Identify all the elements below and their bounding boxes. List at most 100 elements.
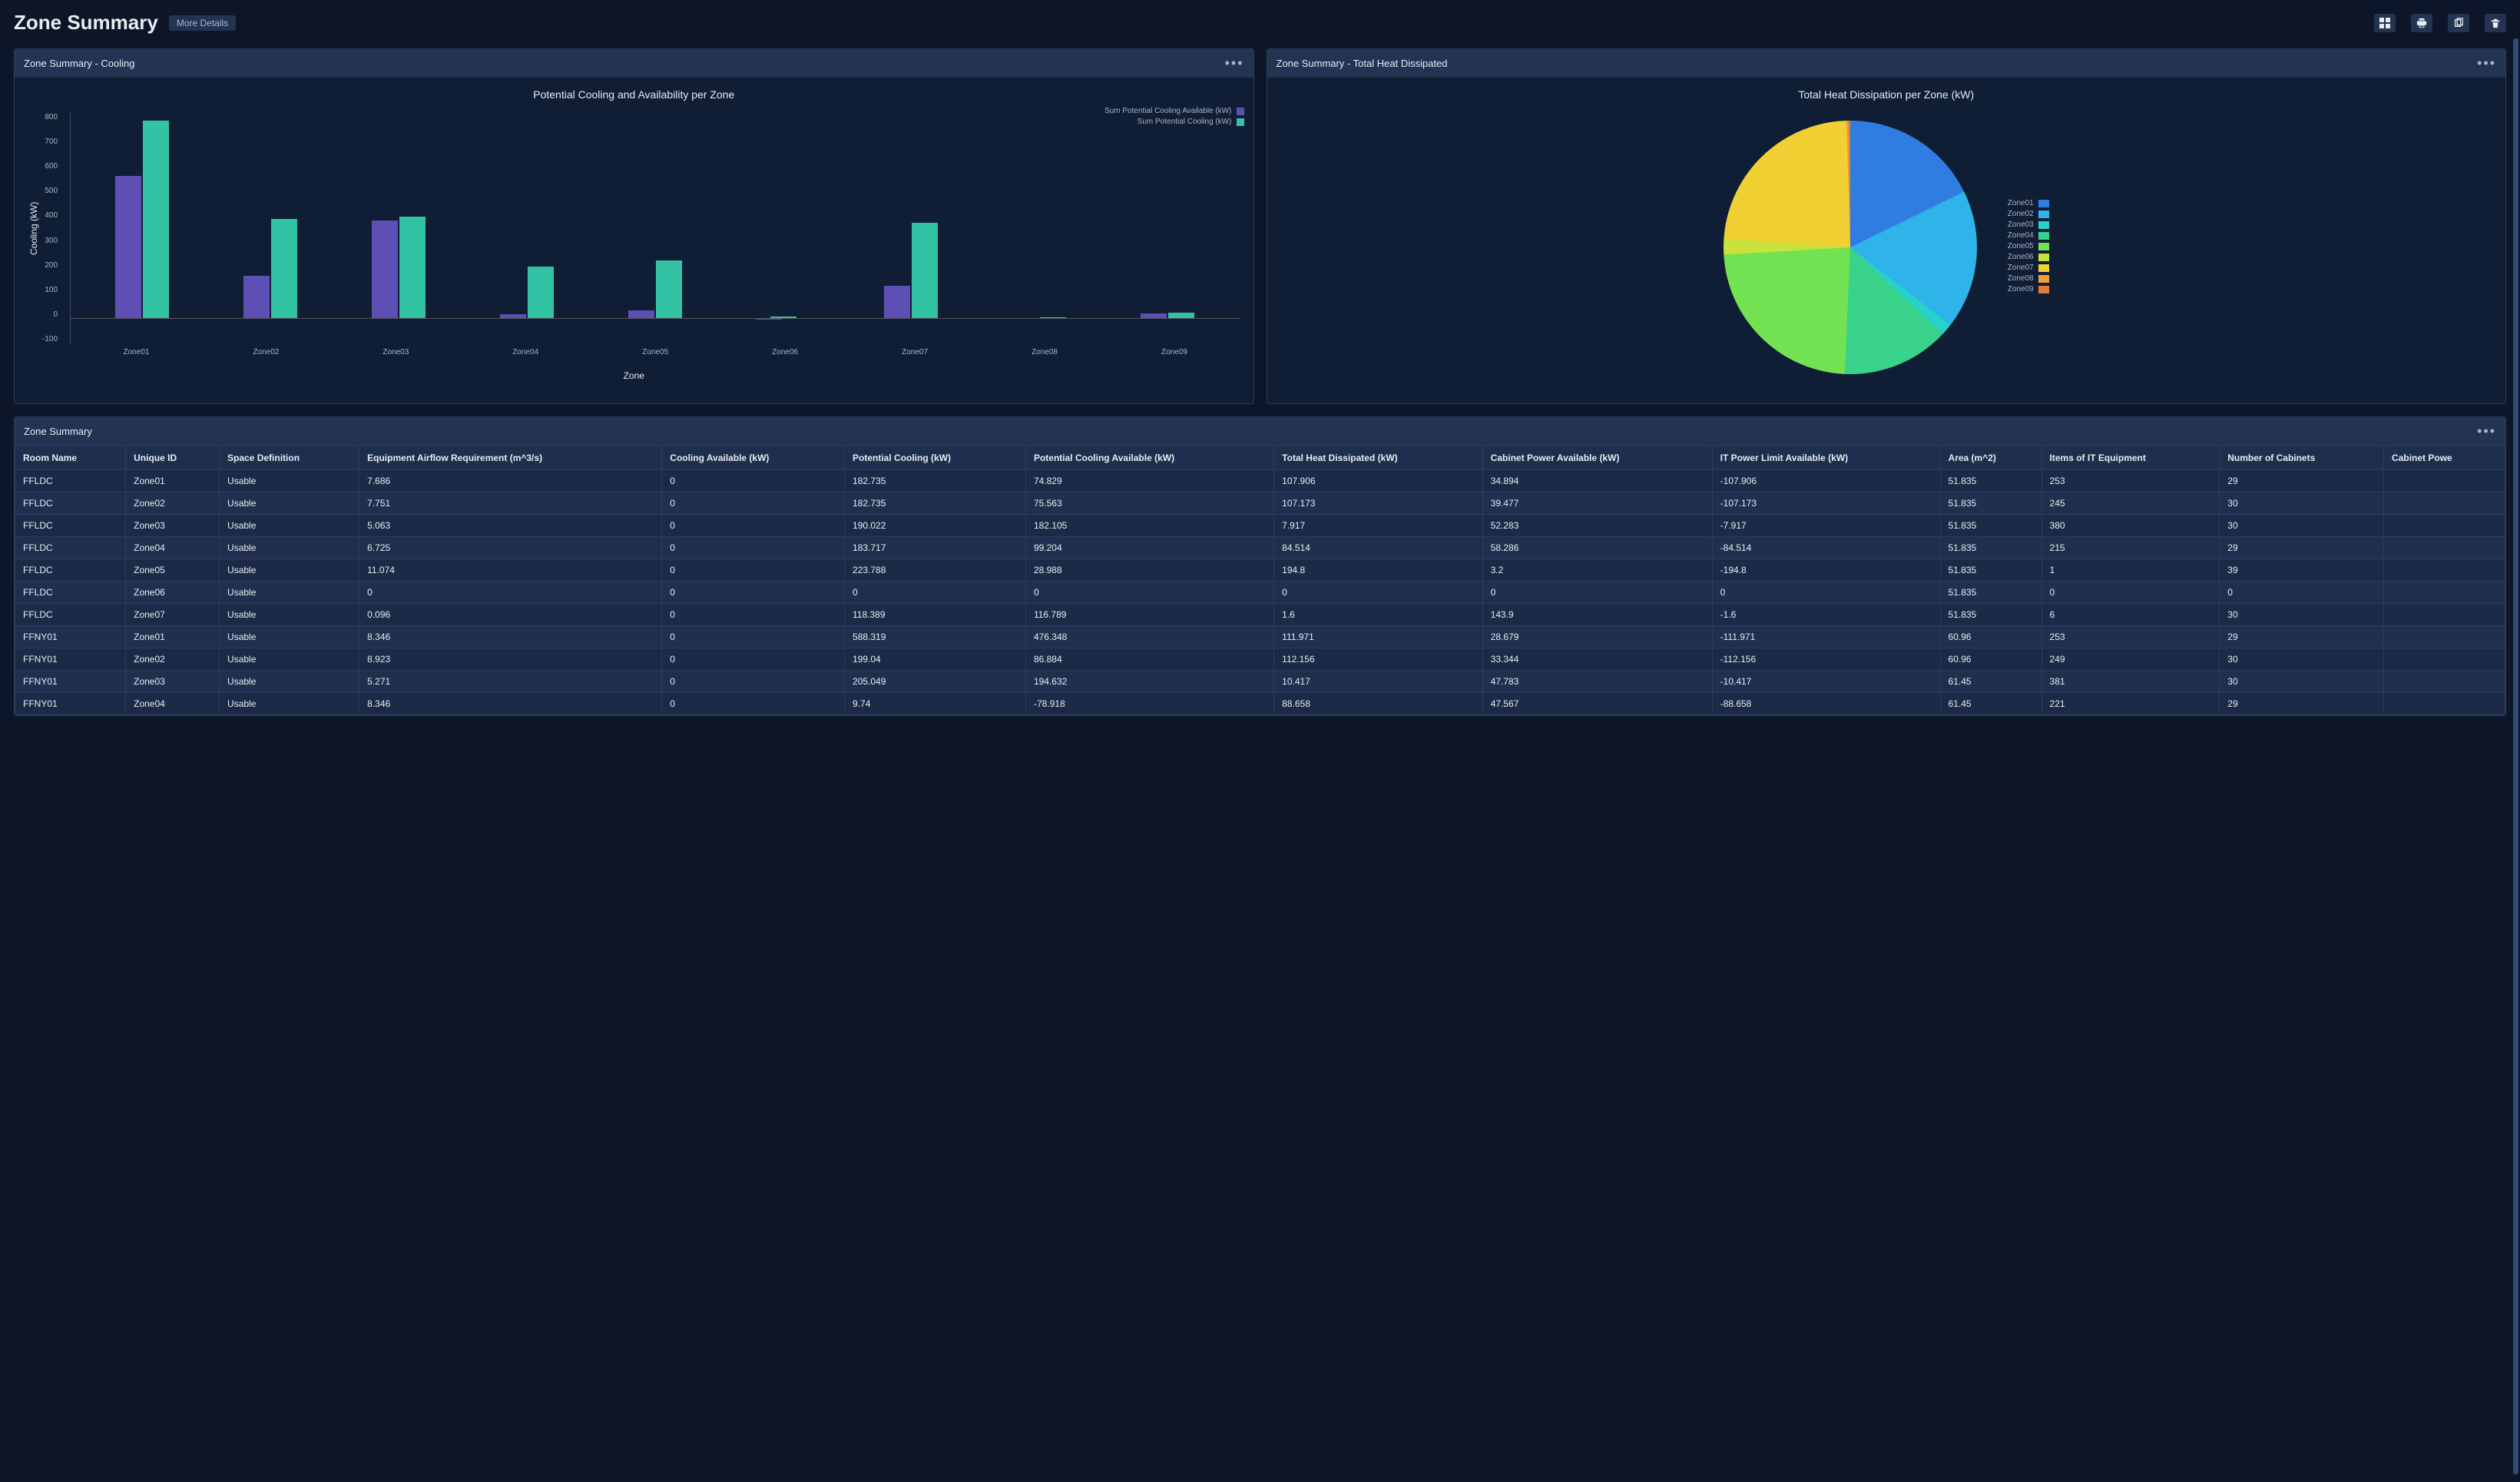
table-cell: [2384, 537, 2505, 559]
table-cell: 143.9: [1482, 604, 1712, 626]
table-cell: 0: [662, 626, 845, 648]
table-cell: -10.417: [1712, 671, 1940, 693]
table-cell: 253: [2041, 470, 2220, 492]
table-cell: FFLDC: [15, 515, 126, 537]
cooling-chart: Potential Cooling and Availability per Z…: [15, 78, 1253, 395]
table-cell: 58.286: [1482, 537, 1712, 559]
table-cell: 190.022: [845, 515, 1026, 537]
table-cell: 88.658: [1274, 693, 1483, 715]
table-cell: 9.74: [845, 693, 1026, 715]
table-cell: 0: [1274, 582, 1483, 604]
table-cell: 0: [662, 671, 845, 693]
table-row[interactable]: FFLDCZone01Usable7.6860182.73574.829107.…: [15, 470, 2505, 492]
table-cell: 7.917: [1274, 515, 1483, 537]
column-header[interactable]: Cabinet Powe: [2384, 446, 2505, 470]
table-cell: 0: [662, 537, 845, 559]
table-cell: 29: [2220, 537, 2384, 559]
legend-label: Zone01: [2008, 199, 2034, 207]
panel-menu-icon[interactable]: •••: [2477, 55, 2496, 71]
legend-label: Zone07: [2008, 264, 2034, 272]
column-header[interactable]: Area (m^2): [1940, 446, 2041, 470]
table-cell: Usable: [220, 559, 359, 582]
panel-menu-icon[interactable]: •••: [2477, 423, 2496, 439]
column-header[interactable]: Space Definition: [220, 446, 359, 470]
panel-cooling: Zone Summary - Cooling ••• Potential Coo…: [14, 48, 1254, 404]
table-cell: [2384, 492, 2505, 515]
print-icon[interactable]: [2411, 14, 2432, 32]
bar-group: [463, 113, 591, 343]
table-cell: 112.156: [1274, 648, 1483, 671]
table-row[interactable]: FFLDCZone06Usable000000051.83500: [15, 582, 2505, 604]
table-cell: 0: [1482, 582, 1712, 604]
dashboard-icon[interactable]: [2374, 14, 2396, 32]
table-cell: -84.514: [1712, 537, 1940, 559]
table-cell: Zone07: [126, 604, 220, 626]
table-cell: 7.686: [359, 470, 662, 492]
column-header[interactable]: Number of Cabinets: [2220, 446, 2384, 470]
table-cell: 60.96: [1940, 648, 2041, 671]
bar-group: [719, 113, 847, 343]
table-cell: 28.988: [1025, 559, 1273, 582]
x-tick-label: Zone04: [512, 348, 538, 356]
panel-table-title: Zone Summary: [24, 426, 92, 437]
column-header[interactable]: Potential Cooling Available (kW): [1025, 446, 1273, 470]
table-cell: 8.923: [359, 648, 662, 671]
table-cell: Zone02: [126, 492, 220, 515]
bar: [143, 121, 169, 318]
table-cell: 51.835: [1940, 582, 2041, 604]
heat-chart: Total Heat Dissipation per Zone (kW) Zon…: [1267, 78, 2506, 403]
column-header[interactable]: Items of IT Equipment: [2041, 446, 2220, 470]
table-cell: 380: [2041, 515, 2220, 537]
column-header[interactable]: Total Heat Dissipated (kW): [1274, 446, 1483, 470]
column-header[interactable]: Room Name: [15, 446, 126, 470]
table-cell: Zone03: [126, 671, 220, 693]
column-header[interactable]: IT Power Limit Available (kW): [1712, 446, 1940, 470]
delete-icon[interactable]: [2485, 14, 2506, 32]
x-tick-label: Zone06: [772, 348, 798, 356]
cooling-y-label: Cooling (kW): [28, 113, 39, 343]
panel-menu-icon[interactable]: •••: [1225, 55, 1244, 71]
table-row[interactable]: FFLDCZone03Usable5.0630190.022182.1057.9…: [15, 515, 2505, 537]
column-header[interactable]: Equipment Airflow Requirement (m^3/s): [359, 446, 662, 470]
column-header[interactable]: Unique ID: [126, 446, 220, 470]
bar-group: [847, 113, 975, 343]
column-header[interactable]: Cooling Available (kW): [662, 446, 845, 470]
table-cell: Zone01: [126, 470, 220, 492]
column-header[interactable]: Cabinet Power Available (kW): [1482, 446, 1712, 470]
table-cell: [2384, 582, 2505, 604]
table-row[interactable]: FFNY01Zone02Usable8.9230199.0486.884112.…: [15, 648, 2505, 671]
table-cell: 33.344: [1482, 648, 1712, 671]
table-row[interactable]: FFLDCZone05Usable11.0740223.78828.988194…: [15, 559, 2505, 582]
table-cell: 30: [2220, 492, 2384, 515]
topbar: Zone Summary More Details: [0, 0, 2520, 39]
table-row[interactable]: FFLDCZone07Usable0.0960118.389116.7891.6…: [15, 604, 2505, 626]
table-cell: -107.173: [1712, 492, 1940, 515]
bar: [528, 267, 554, 318]
cooling-x-label: Zone: [28, 370, 1240, 381]
table-row[interactable]: FFNY01Zone04Usable8.34609.74-78.91888.65…: [15, 693, 2505, 715]
copy-icon[interactable]: [2448, 14, 2469, 32]
panel-heat: Zone Summary - Total Heat Dissipated •••…: [1267, 48, 2507, 404]
table-row[interactable]: FFNY01Zone01Usable8.3460588.319476.34811…: [15, 626, 2505, 648]
scrollbar[interactable]: [2513, 38, 2518, 1474]
table-cell: 51.835: [1940, 604, 2041, 626]
table-cell: [2384, 648, 2505, 671]
table-cell: 30: [2220, 604, 2384, 626]
table-cell: 253: [2041, 626, 2220, 648]
table-cell: Usable: [220, 582, 359, 604]
legend-swatch: [2038, 264, 2049, 272]
table-cell: 223.788: [845, 559, 1026, 582]
more-details-button[interactable]: More Details: [169, 15, 236, 31]
table-cell: 39.477: [1482, 492, 1712, 515]
table-row[interactable]: FFNY01Zone03Usable5.2710205.049194.63210…: [15, 671, 2505, 693]
column-header[interactable]: Potential Cooling (kW): [845, 446, 1026, 470]
x-tick-label: Zone02: [253, 348, 279, 356]
legend-swatch: [2038, 243, 2049, 250]
table-cell: 61.45: [1940, 693, 2041, 715]
table-cell: 30: [2220, 648, 2384, 671]
table-cell: Usable: [220, 671, 359, 693]
table-row[interactable]: FFLDCZone04Usable6.7250183.71799.20484.5…: [15, 537, 2505, 559]
table-row[interactable]: FFLDCZone02Usable7.7510182.73575.563107.…: [15, 492, 2505, 515]
table-cell: 0: [662, 582, 845, 604]
table-cell: -7.917: [1712, 515, 1940, 537]
